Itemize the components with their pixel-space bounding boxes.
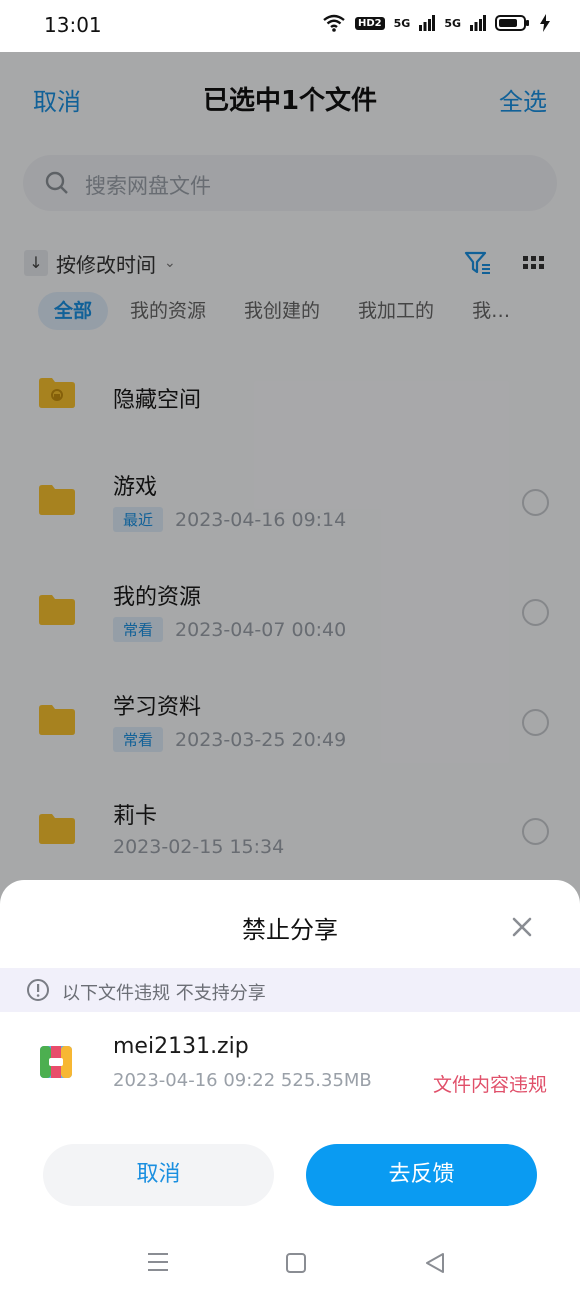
charging-icon <box>540 14 550 32</box>
menu-icon[interactable] <box>147 1252 169 1272</box>
signal-icon <box>419 15 436 31</box>
back-icon[interactable] <box>424 1252 446 1274</box>
sheet-title: 禁止分享 <box>242 916 338 944</box>
system-nav-bar <box>0 1230 580 1299</box>
network-label-2: 5G <box>444 16 461 30</box>
share-blocked-sheet: 禁止分享 以下文件违规 不支持分享 mei2131.zip 2023-04-16… <box>0 880 580 1299</box>
status-time: 13:01 <box>44 13 102 37</box>
network-label-1: 5G <box>393 16 411 30</box>
close-icon[interactable] <box>509 914 535 940</box>
battery-icon <box>495 15 529 31</box>
file-meta: 2023-04-16 09:22 525.35MB <box>113 1070 372 1091</box>
warning-text: 以下文件违规 不支持分享 <box>62 983 266 1004</box>
status-bar: 13:01 HD2 5G 5G <box>0 0 580 52</box>
signal-icon <box>470 15 486 31</box>
warning-banner: 以下文件违规 不支持分享 <box>0 968 580 1012</box>
feedback-button[interactable]: 去反馈 <box>306 1144 537 1206</box>
wifi-icon <box>323 14 345 32</box>
status-icons: HD2 5G 5G <box>322 14 550 32</box>
cancel-button[interactable]: 取消 <box>43 1144 274 1206</box>
hd-badge: HD2 <box>354 16 385 30</box>
violation-label: 文件内容违规 <box>432 1074 547 1096</box>
alert-icon <box>27 979 49 1001</box>
home-icon[interactable] <box>286 1253 306 1273</box>
file-name: mei2131.zip <box>113 1034 249 1059</box>
zip-file-icon <box>40 1046 72 1078</box>
